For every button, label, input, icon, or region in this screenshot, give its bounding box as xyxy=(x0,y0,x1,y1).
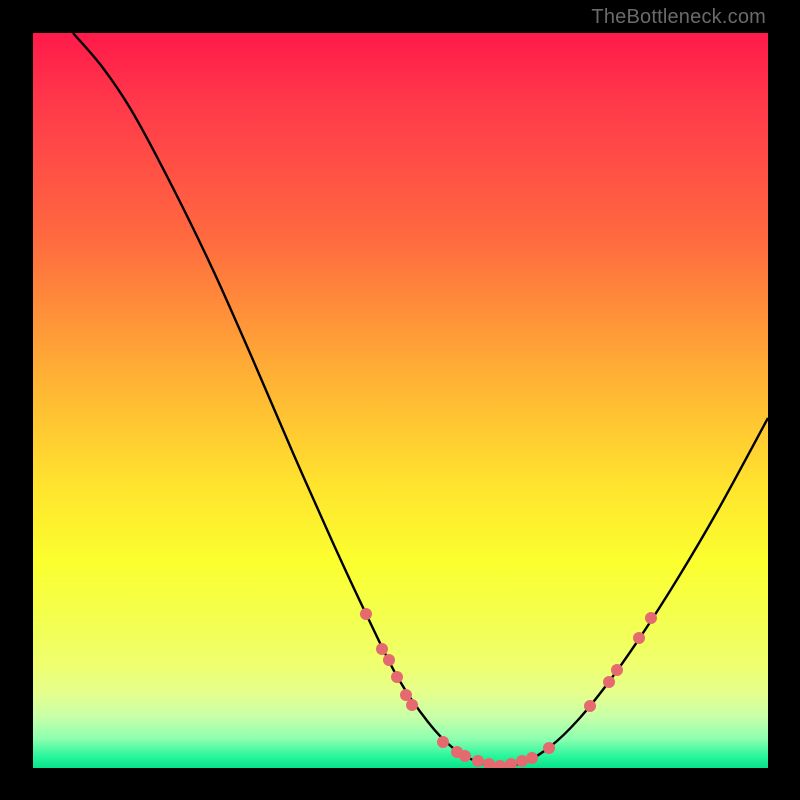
data-point xyxy=(383,654,395,666)
data-point xyxy=(459,750,471,762)
data-point xyxy=(437,736,449,748)
chart-frame: TheBottleneck.com xyxy=(0,0,800,800)
data-point xyxy=(603,676,615,688)
plot-area xyxy=(33,33,768,768)
data-point xyxy=(376,643,388,655)
data-point xyxy=(611,664,623,676)
bottleneck-curve xyxy=(33,33,768,768)
data-point xyxy=(526,752,538,764)
data-point xyxy=(360,608,372,620)
data-point xyxy=(584,700,596,712)
data-point xyxy=(391,671,403,683)
data-point xyxy=(633,632,645,644)
data-point xyxy=(406,699,418,711)
data-point xyxy=(543,742,555,754)
data-point xyxy=(645,612,657,624)
attribution-text: TheBottleneck.com xyxy=(591,6,766,29)
